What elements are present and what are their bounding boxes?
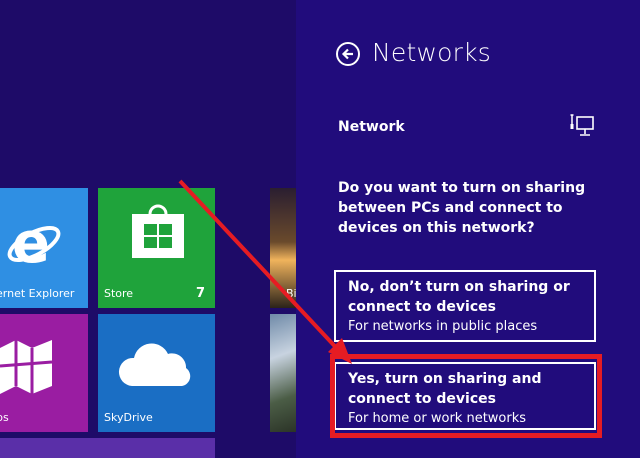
option-title: Yes, turn on sharing and connect to devi… (348, 371, 542, 407)
option-description: For networks in public places (348, 319, 538, 334)
back-arrow-icon (341, 48, 353, 60)
wired-network-icon (570, 114, 594, 136)
tile-internet-explorer[interactable]: e ernet Explorer (0, 188, 88, 308)
option-yes-sharing[interactable]: Yes, turn on sharing and connect to devi… (334, 362, 596, 430)
tile-photo[interactable] (270, 314, 296, 432)
tile-label: Bi (286, 287, 296, 300)
tile-label: ernet Explorer (0, 287, 75, 300)
option-description: For home or work networks (348, 411, 527, 426)
back-button[interactable] (336, 42, 360, 66)
tile-partial[interactable] (0, 438, 215, 458)
cloud-icon (118, 343, 191, 386)
page-title: Networks (372, 38, 492, 67)
tile-skydrive[interactable]: SkyDrive (98, 314, 215, 432)
option-title: No, don’t turn on sharing or connect to … (348, 279, 570, 315)
map-icon (0, 340, 53, 394)
networks-panel: Networks Network Do you want to turn on … (296, 0, 640, 458)
tile-label: SkyDrive (104, 411, 153, 424)
sharing-question: Do you want to turn on sharing between P… (338, 180, 586, 236)
store-bag-icon (132, 204, 184, 258)
tile-label: ps (0, 411, 9, 424)
internet-explorer-icon: e (7, 212, 61, 272)
tile-store[interactable]: Store 7 (98, 188, 215, 308)
tile-badge-count: 7 (195, 286, 205, 301)
tile-label: Store (104, 287, 134, 300)
network-name: Network (338, 119, 405, 135)
tile-maps[interactable]: ps (0, 314, 88, 432)
option-no-sharing[interactable]: No, don’t turn on sharing or connect to … (334, 270, 596, 342)
tile-photo[interactable]: Bi (270, 188, 296, 308)
start-screen: e ernet Explorer Store 7 ps SkyDrive (0, 0, 296, 458)
